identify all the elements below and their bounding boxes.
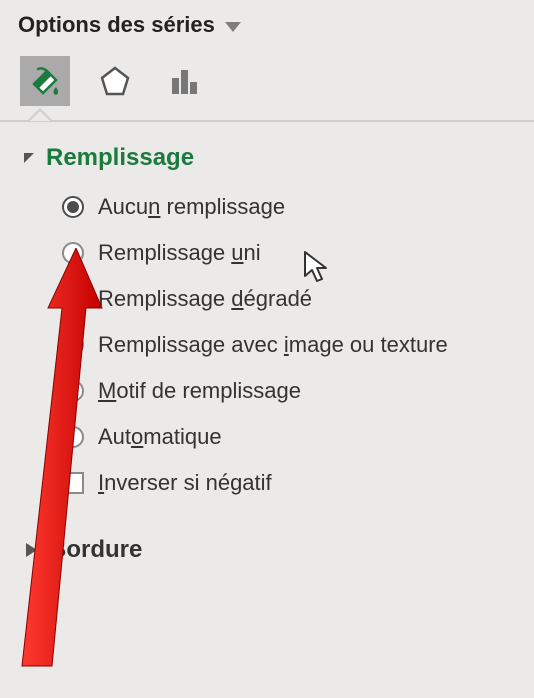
pentagon-icon: [98, 64, 132, 98]
radio-icon: [62, 334, 84, 356]
bar-chart-icon: [168, 64, 202, 98]
radio-icon: [62, 380, 84, 402]
checkbox-icon: [62, 472, 84, 494]
tab-series[interactable]: [160, 56, 210, 106]
category-tabs: [18, 56, 516, 106]
option-label: Aucun remplissage: [98, 194, 285, 220]
tab-fill[interactable]: [20, 56, 70, 106]
option-label: Remplissage avec image ou texture: [98, 332, 448, 358]
fill-option-picture[interactable]: Remplissage avec image ou texture: [62, 332, 516, 358]
radio-icon: [62, 288, 84, 310]
fill-paint-icon: [28, 64, 62, 98]
option-label: Motif de remplissage: [98, 378, 301, 404]
collapse-icon: [24, 153, 34, 163]
fill-option-solid[interactable]: Remplissage uni: [62, 240, 516, 266]
tab-effects[interactable]: [90, 56, 140, 106]
chevron-down-icon: [225, 22, 241, 32]
expand-icon: [26, 543, 37, 557]
option-label: Remplissage dégradé: [98, 286, 312, 312]
radio-icon: [62, 196, 84, 218]
radio-icon: [62, 426, 84, 448]
border-section: Bordure: [18, 536, 516, 564]
fill-options: Aucun remplissage Remplissage uni Rempli…: [18, 194, 516, 496]
tab-divider: [0, 120, 534, 122]
option-label: Automatique: [98, 424, 222, 450]
option-label: Remplissage uni: [98, 240, 261, 266]
fill-option-gradient[interactable]: Remplissage dégradé: [62, 286, 516, 312]
radio-icon: [62, 242, 84, 264]
series-options-dropdown[interactable]: Options des séries: [18, 12, 516, 38]
border-section-toggle[interactable]: Bordure: [18, 536, 516, 564]
checkbox-label: Inverser si négatif: [98, 470, 272, 496]
panel-title: Options des séries: [18, 12, 215, 38]
border-section-title: Bordure: [49, 536, 142, 564]
invert-if-negative-checkbox[interactable]: Inverser si négatif: [62, 470, 516, 496]
fill-section-title: Remplissage: [46, 144, 194, 172]
fill-option-auto[interactable]: Automatique: [62, 424, 516, 450]
fill-section-toggle[interactable]: Remplissage: [18, 144, 516, 172]
fill-section: Remplissage Aucun remplissage Remplissag…: [18, 144, 516, 496]
fill-option-none[interactable]: Aucun remplissage: [62, 194, 516, 220]
fill-option-pattern[interactable]: Motif de remplissage: [62, 378, 516, 404]
